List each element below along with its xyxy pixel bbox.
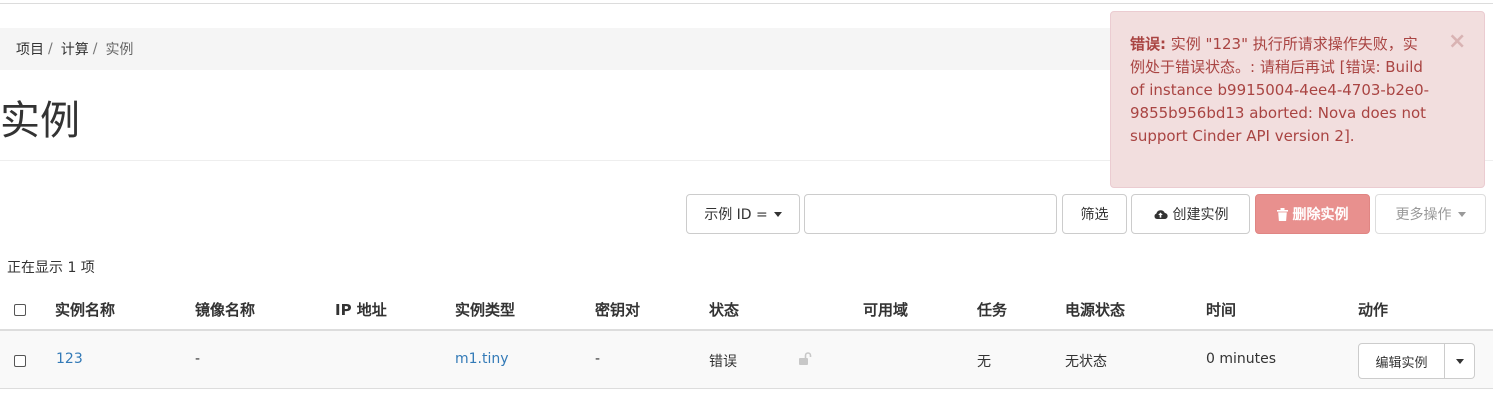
breadcrumb-separator: /: [48, 41, 53, 57]
row-actions: 编辑实例: [1358, 343, 1475, 379]
row-actions-dropdown-toggle[interactable]: [1445, 343, 1475, 379]
create-instance-button[interactable]: 创建实例: [1131, 194, 1250, 234]
column-header-image[interactable]: 镜像名称: [195, 299, 255, 320]
table-row: 123 - m1.tiny - 错误 无 无状态 0 minutes 编辑实例: [0, 331, 1493, 389]
task-cell: 无: [977, 354, 991, 370]
instances-table: 实例名称 镜像名称 IP 地址 实例类型 密钥对 状态 可用域 任务 电源状态 …: [0, 288, 1493, 389]
page-title: 实例: [0, 98, 80, 144]
status-cell: 错误: [709, 354, 737, 370]
more-actions-button[interactable]: 更多操作: [1375, 194, 1486, 234]
cloud-upload-icon: [1153, 208, 1168, 220]
delete-instance-label: 删除实例: [1292, 207, 1349, 223]
instance-name-link[interactable]: 123: [56, 351, 83, 367]
column-header-status[interactable]: 状态: [709, 299, 739, 320]
image-name-cell: -: [195, 351, 201, 367]
column-header-ip[interactable]: IP 地址: [335, 299, 387, 320]
column-header-task[interactable]: 任务: [977, 299, 1007, 320]
select-all-checkbox[interactable]: [14, 304, 26, 316]
breadcrumb-item-project[interactable]: 项目: [16, 39, 44, 59]
column-header-time[interactable]: 时间: [1206, 299, 1236, 320]
chevron-down-icon: [1457, 211, 1466, 217]
filter-button[interactable]: 筛选: [1062, 194, 1127, 234]
breadcrumb-separator: /: [92, 41, 98, 57]
power-state-cell: 无状态: [1065, 354, 1107, 370]
breadcrumb: 项目 / 计算 / 实例: [0, 28, 1120, 70]
create-instance-label: 创建实例: [1172, 207, 1229, 223]
time-cell: 0 minutes: [1206, 351, 1277, 367]
unlock-icon: [799, 352, 813, 369]
alert-heading: 错误:: [1130, 35, 1166, 53]
edit-instance-button[interactable]: 编辑实例: [1358, 343, 1445, 379]
chevron-down-icon: [773, 211, 782, 217]
column-header-power-state[interactable]: 电源状态: [1065, 299, 1125, 320]
filter-field-label: 示例 ID =: [704, 207, 768, 223]
close-icon[interactable]: ×: [1448, 30, 1466, 53]
item-count: 正在显示 1 项: [7, 260, 95, 276]
top-border: [0, 0, 1493, 4]
breadcrumb-item-current: 实例: [105, 42, 134, 58]
chevron-down-icon: [1455, 358, 1464, 364]
row-checkbox[interactable]: [14, 355, 26, 367]
breadcrumb-item-compute[interactable]: 计算: [61, 39, 89, 59]
trash-icon: [1276, 207, 1288, 221]
keypair-cell: -: [595, 351, 601, 367]
alert-body: 错误: 实例 "123" 执行所请求操作失败，实例处于错误状态。: 请稍后再试 …: [1130, 33, 1430, 148]
column-header-actions: 动作: [1358, 301, 1389, 319]
column-header-flavor[interactable]: 实例类型: [455, 299, 515, 320]
column-header-keypair[interactable]: 密钥对: [595, 299, 640, 320]
flavor-link[interactable]: m1.tiny: [455, 351, 509, 367]
error-alert: 错误: 实例 "123" 执行所请求操作失败，实例处于错误状态。: 请稍后再试 …: [1110, 11, 1485, 188]
column-header-name[interactable]: 实例名称: [55, 299, 115, 320]
filter-field-dropdown[interactable]: 示例 ID =: [686, 194, 800, 234]
more-actions-label: 更多操作: [1395, 207, 1452, 223]
alert-message: 实例 "123" 执行所请求操作失败，实例处于错误状态。: 请稍后再试 [错误:…: [1130, 35, 1430, 145]
filter-input[interactable]: [804, 194, 1057, 234]
table-toolbar: 示例 ID = 筛选 创建实例 删除实例 更多操作: [0, 194, 1493, 234]
column-header-az[interactable]: 可用域: [863, 299, 908, 320]
delete-instance-button[interactable]: 删除实例: [1255, 194, 1370, 234]
table-header-row: 实例名称 镜像名称 IP 地址 实例类型 密钥对 状态 可用域 任务 电源状态 …: [0, 288, 1493, 331]
